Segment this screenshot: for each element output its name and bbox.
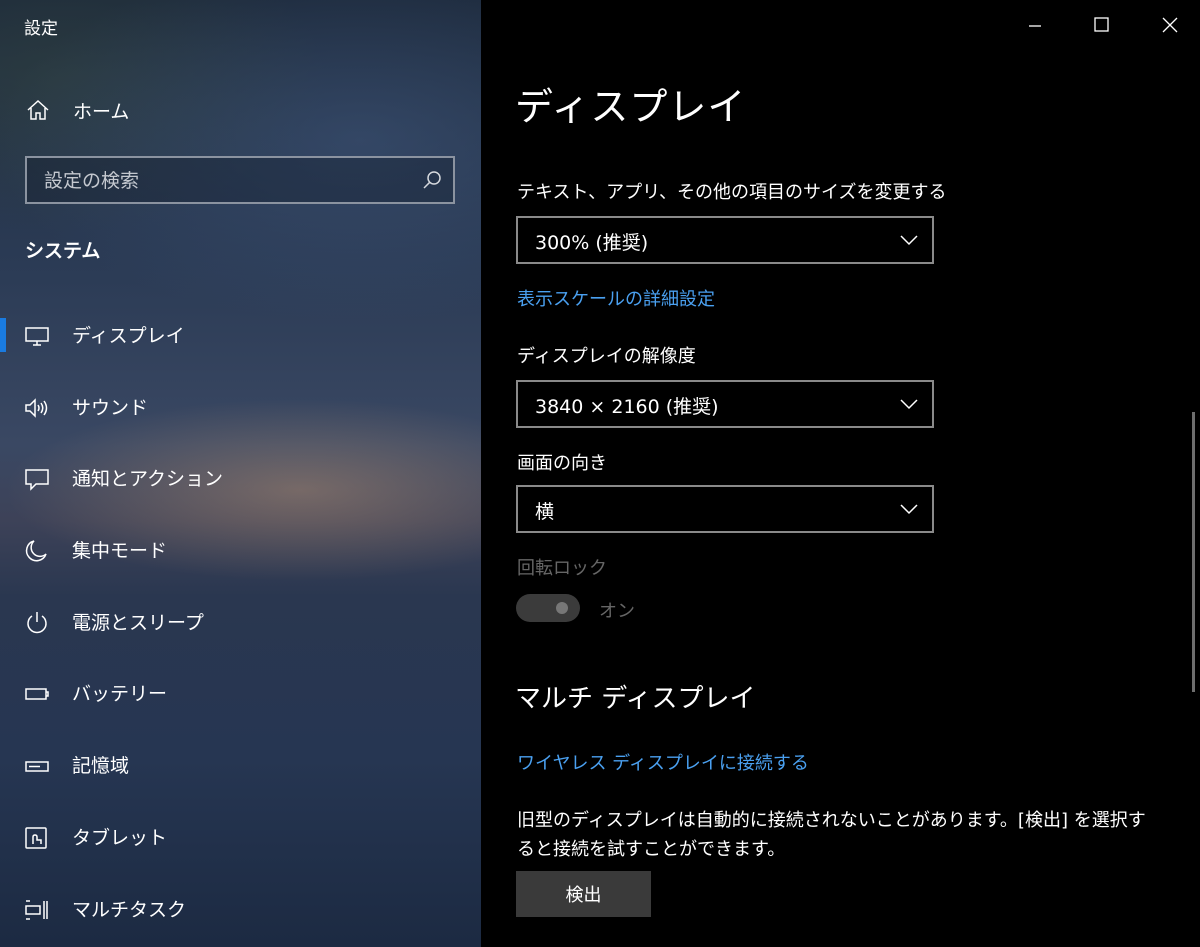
detect-button[interactable]: 検出 [516,871,651,917]
chevron-down-icon [900,232,918,246]
sidebar-item-multitasking[interactable]: マルチタスク [0,874,481,946]
navigation-pane: 設定 ホーム システム ディスプレイ [0,0,481,947]
chevron-down-icon [900,501,918,515]
sidebar-item-label: 記憶域 [72,755,130,778]
monitor-icon [24,324,50,348]
wireless-display-link[interactable]: ワイヤレス ディスプレイに接続する [517,749,809,775]
sidebar-item-power-sleep[interactable]: 電源とスリープ [0,587,481,659]
scale-value: 300% (推奨) [535,232,649,254]
sidebar-item-tablet[interactable]: タブレット [0,802,481,874]
page-title: ディスプレイ [515,85,747,129]
resolution-dropdown[interactable]: 3840 × 2160 (推奨) [516,380,934,428]
sidebar-item-label: ディスプレイ [72,325,185,347]
resolution-label: ディスプレイの解像度 [517,346,696,367]
home-nav-item[interactable]: ホーム [0,86,481,134]
message-icon [24,467,50,492]
orientation-dropdown[interactable]: 横 [516,485,934,533]
maximize-icon[interactable] [1084,8,1118,42]
multi-display-title: マルチ ディスプレイ [515,684,756,714]
sidebar-item-label: バッテリー [72,683,168,706]
orientation-value: 横 [535,501,555,523]
app-title: 設定 [24,19,58,39]
advanced-scale-link[interactable]: 表示スケールの詳細設定 [517,285,715,311]
rotation-lock-toggle[interactable] [516,594,580,622]
rotation-lock-state: オン [599,601,635,622]
minimize-icon[interactable] [1018,8,1052,42]
tablet-icon [24,826,50,850]
sidebar-item-storage[interactable]: 記憶域 [0,730,481,802]
home-icon [26,98,50,122]
close-icon[interactable] [1153,8,1187,42]
sidebar-item-battery[interactable]: バッテリー [0,658,481,730]
storage-icon [24,754,50,778]
scrollbar[interactable] [1192,412,1195,692]
power-icon [24,611,50,635]
active-indicator [0,318,6,352]
resolution-value: 3840 × 2160 (推奨) [535,396,719,418]
chevron-down-icon [900,396,918,410]
sidebar-item-label: 通知とアクション [72,468,224,491]
sidebar-item-sound[interactable]: サウンド [0,372,481,444]
rotation-lock-label: 回転ロック [517,558,607,579]
detect-description: 旧型のディスプレイは自動的に接続されないことがあります。[検出] を選択すると接… [517,810,1146,860]
search-input[interactable] [27,158,426,204]
sidebar-item-focus-assist[interactable]: 集中モード [0,515,481,587]
content-pane: ディスプレイ テキスト、アプリ、その他の項目のサイズを変更する 300% (推奨… [481,0,1200,947]
sidebar-item-notifications[interactable]: 通知とアクション [0,443,481,515]
search-icon[interactable] [421,169,443,191]
scale-label: テキスト、アプリ、その他の項目のサイズを変更する [517,182,947,203]
sidebar-item-label: 集中モード [72,540,168,563]
sidebar-item-label: マルチタスク [72,898,187,921]
settings-search [25,156,455,204]
sidebar-item-label: サウンド [72,396,149,419]
battery-icon [24,682,50,706]
multitask-icon [24,898,50,922]
orientation-label: 画面の向き [517,453,607,474]
scale-dropdown[interactable]: 300% (推奨) [516,216,934,264]
home-label: ホーム [73,100,130,123]
sidebar-item-label: タブレット [72,826,168,849]
section-title: システム [25,240,101,262]
system-nav-list: ディスプレイ サウンド 通知とアクション 集中モード 電源とスリープ バッテリー… [0,300,481,945]
toggle-knob [556,602,568,614]
speaker-icon [24,396,50,420]
moon-icon [24,539,50,563]
sidebar-item-display[interactable]: ディスプレイ [0,300,481,372]
sidebar-item-label: 電源とスリープ [72,611,204,634]
